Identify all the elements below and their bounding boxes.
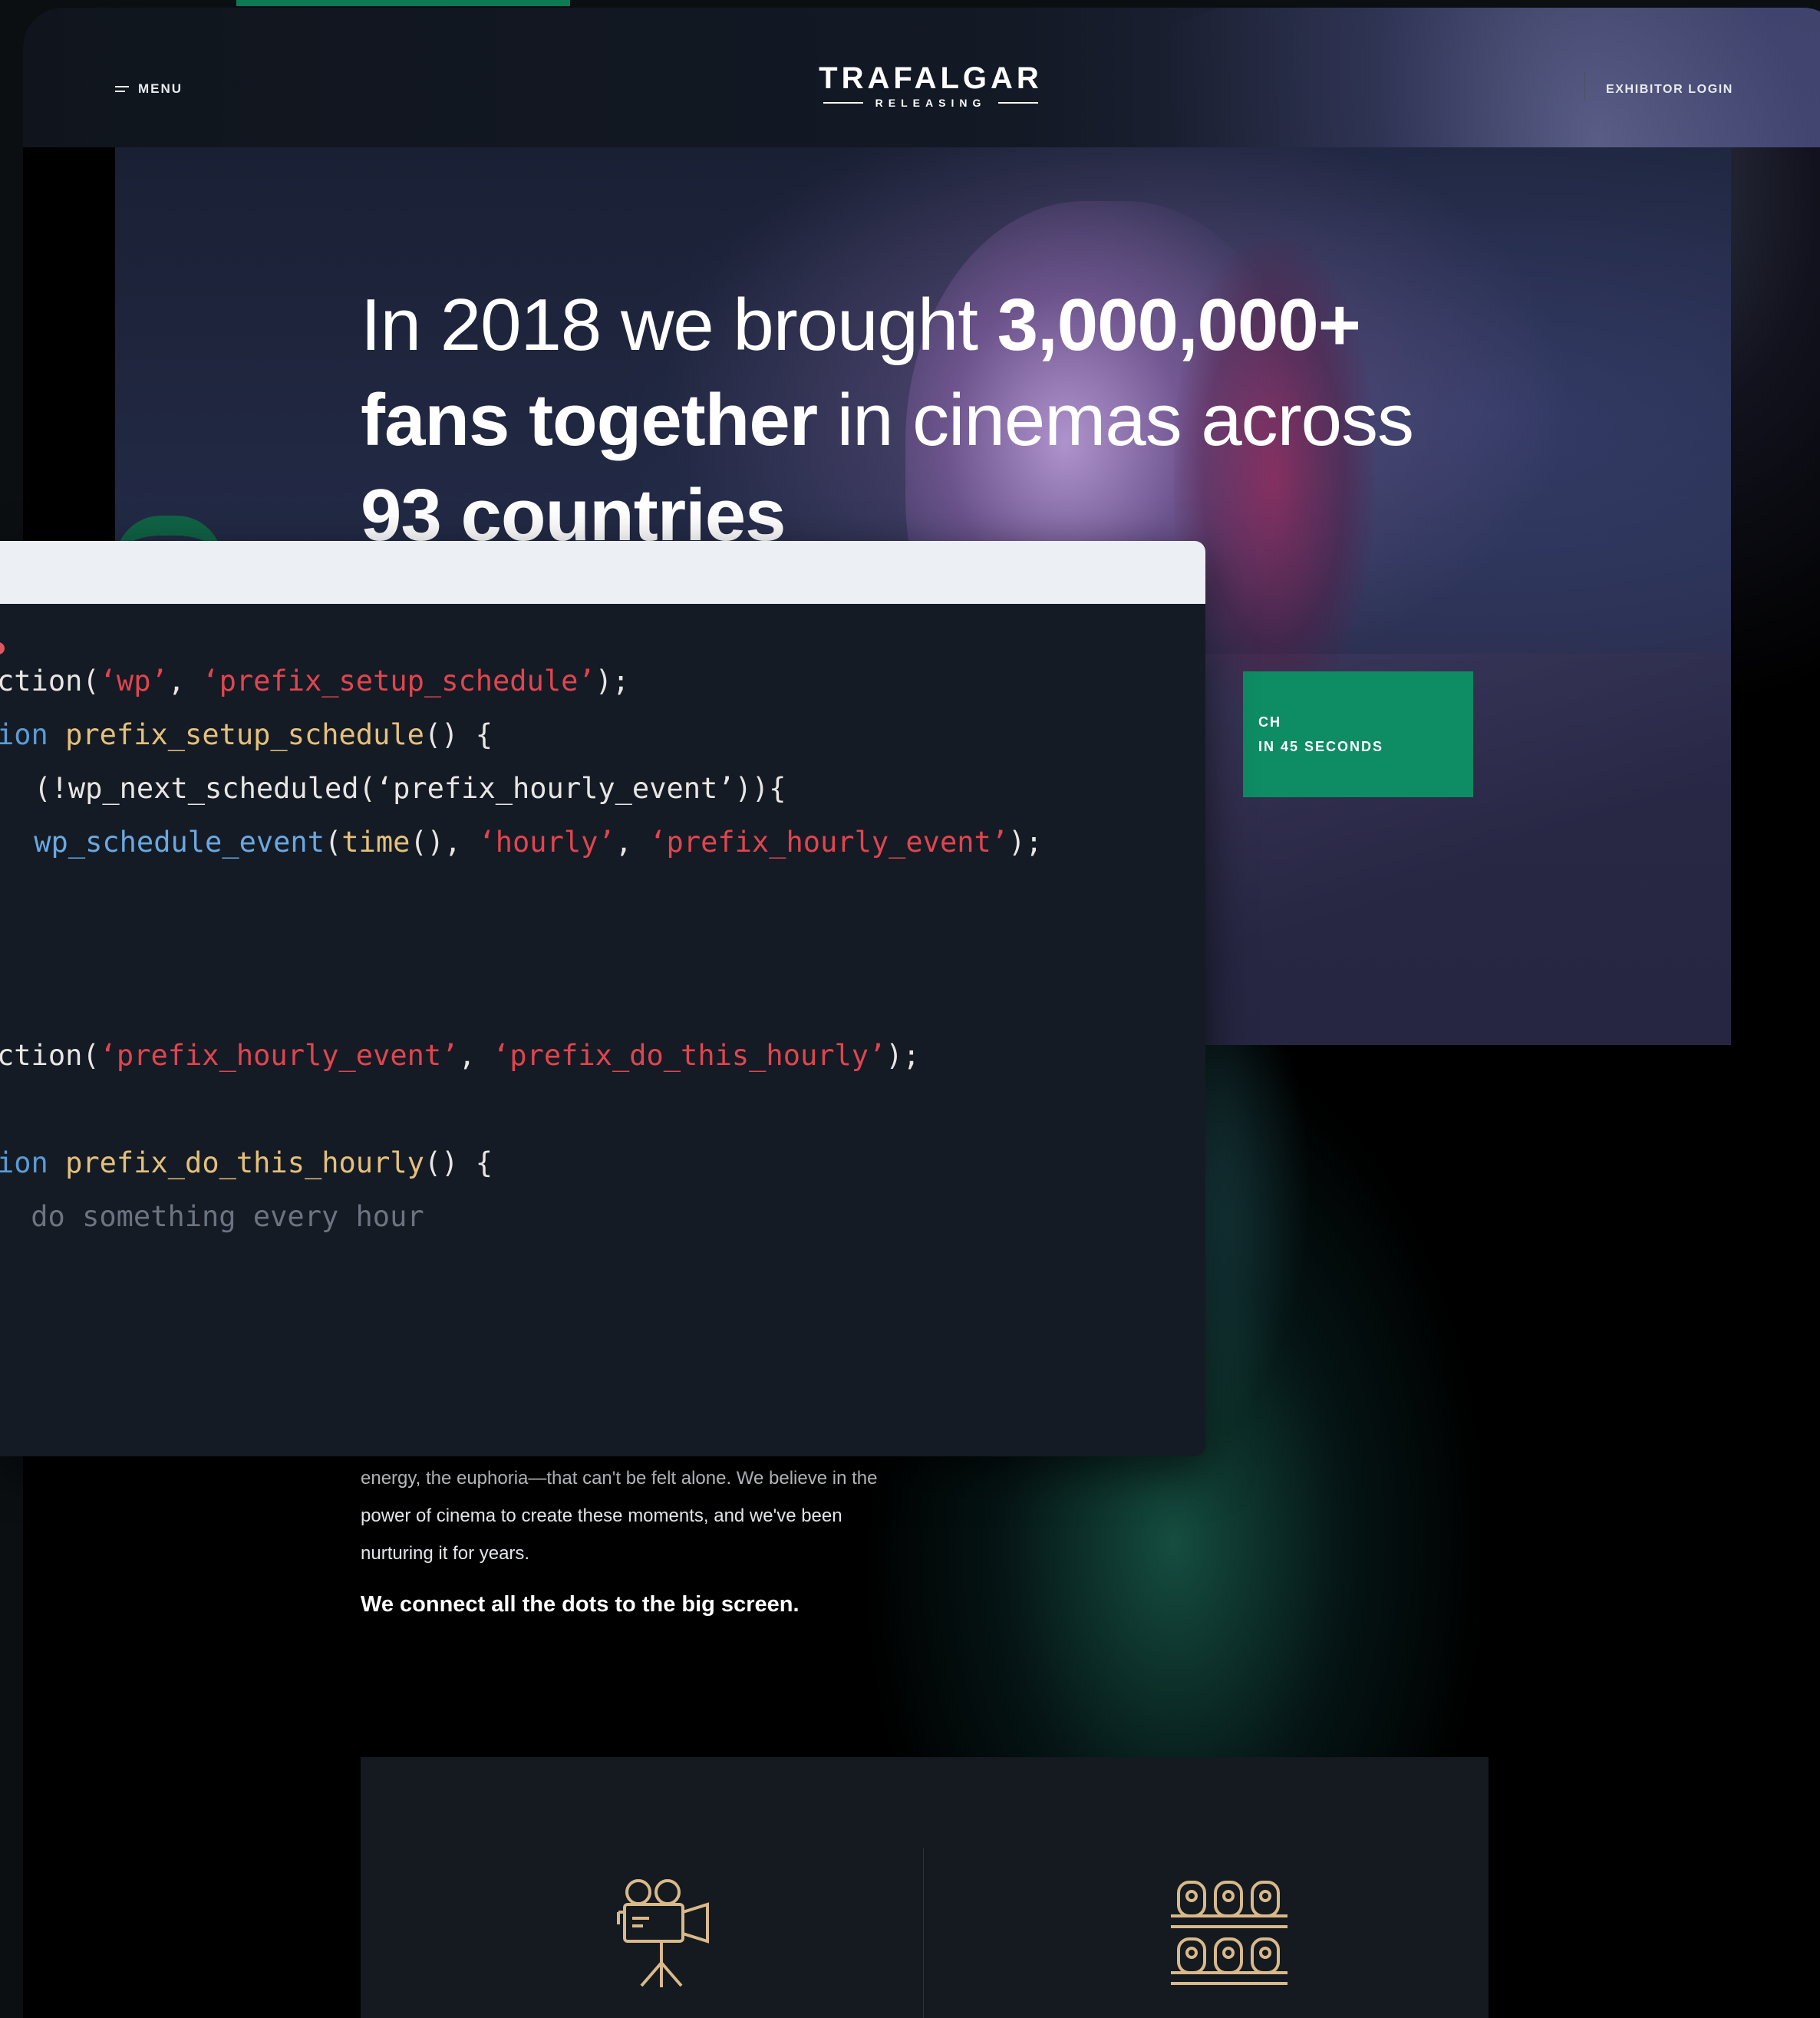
code-line: do something every hour: [14, 1199, 424, 1235]
menu-label: MENU: [138, 81, 183, 96]
code-token: (!wp_next_scheduled(‘prefix_hourly_event…: [17, 772, 786, 805]
code-token: );: [885, 1039, 920, 1072]
features-panel: [361, 1757, 1489, 2018]
logo-subline: RELEASING: [816, 97, 1046, 109]
logo-rule-right: [998, 102, 1039, 104]
code-token: prefix_setup_schedule: [65, 718, 424, 751]
cta-line2: IN 45 SECONDS: [1258, 739, 1384, 754]
code-token: );: [595, 664, 630, 697]
code-token: );: [1008, 826, 1043, 859]
code-token: ‘prefix_hourly_event’: [99, 1039, 459, 1072]
code-token: time: [341, 826, 410, 859]
code-token: prefix_do_this_hourly: [65, 1146, 424, 1179]
code-token: wp_schedule_event: [34, 826, 325, 859]
hero-title-part1: In 2018 we brought: [361, 284, 997, 366]
code-line: (!wp_next_scheduled(‘prefix_hourly_event…: [17, 771, 786, 806]
logo-subtitle: RELEASING: [875, 97, 987, 109]
code-token: ‘wp’: [99, 664, 168, 697]
code-token: () {: [424, 1146, 493, 1179]
site-header: MENU TRAFALGAR RELEASING EXHIBITOR LOGIN: [23, 8, 1820, 837]
top-accent-bar: [236, 0, 570, 6]
code-token: ‘prefix_hourly_event’: [649, 826, 1009, 859]
about-tagline: We connect all the dots to the big scree…: [361, 1592, 800, 1617]
logo[interactable]: TRAFALGAR RELEASING: [816, 61, 1046, 109]
hamburger-icon: [115, 85, 129, 93]
about-line3: nurturing it for years.: [361, 1543, 530, 1564]
logo-rule-left: [823, 102, 863, 104]
code-line: ion prefix_do_this_hourly() {: [0, 1146, 493, 1181]
about-text: energy, the euphoria—that can't be felt …: [361, 1459, 951, 1624]
code-token: do something every hour: [14, 1200, 424, 1233]
cta-line1: CH: [1258, 714, 1281, 730]
code-token: ‘hourly’: [478, 826, 615, 859]
watch-video-button[interactable]: CH IN 45 SECONDS: [1243, 671, 1473, 797]
code-token: ,: [167, 664, 203, 697]
code-line: ion prefix_setup_schedule() {: [0, 717, 493, 753]
feature-divider: [923, 1848, 924, 2018]
about-line2: power of cinema to create these moments,…: [361, 1505, 842, 1526]
hero-title-part2: in cinemas across: [817, 379, 1414, 461]
about-line1: energy, the euphoria—that can't be felt …: [361, 1468, 878, 1489]
code-token: () {: [424, 718, 493, 751]
code-token: ction(: [0, 1039, 100, 1072]
code-token: ion: [0, 1146, 48, 1179]
code-editor-window: ction(‘wp’, ‘prefix_setup_schedule’); ion…: [0, 541, 1205, 1456]
menu-button[interactable]: MENU: [115, 81, 183, 97]
cinema-seats-icon: [1171, 1881, 1288, 1985]
code-line: ction(‘wp’, ‘prefix_setup_schedule’);: [0, 664, 629, 699]
exhibitor-login-link[interactable]: EXHIBITOR LOGIN: [1606, 83, 1733, 97]
code-line: ction(‘prefix_hourly_event’, ‘prefix_do_…: [0, 1038, 920, 1073]
hero-title: In 2018 we brought 3,000,000+ fans toget…: [361, 278, 1512, 563]
code-token: ,: [615, 826, 650, 859]
breakpoint-dot: [0, 642, 5, 655]
code-token: ‘prefix_setup_schedule’: [202, 664, 595, 697]
header-divider: [1584, 72, 1585, 100]
code-token: ,: [458, 1039, 493, 1072]
code-token: ion: [0, 718, 48, 751]
code-editor-titlebar: [0, 541, 1205, 604]
logo-wordmark: TRAFALGAR: [819, 61, 1043, 95]
code-token: ction(: [0, 664, 100, 697]
code-token: (: [324, 826, 342, 859]
code-token: ‘prefix_do_this_hourly’: [493, 1039, 886, 1072]
code-token: (),: [410, 826, 479, 859]
code-line: wp_schedule_event(time(), ‘hourly’, ‘pre…: [17, 825, 1043, 860]
film-camera-icon: [617, 1879, 709, 1987]
